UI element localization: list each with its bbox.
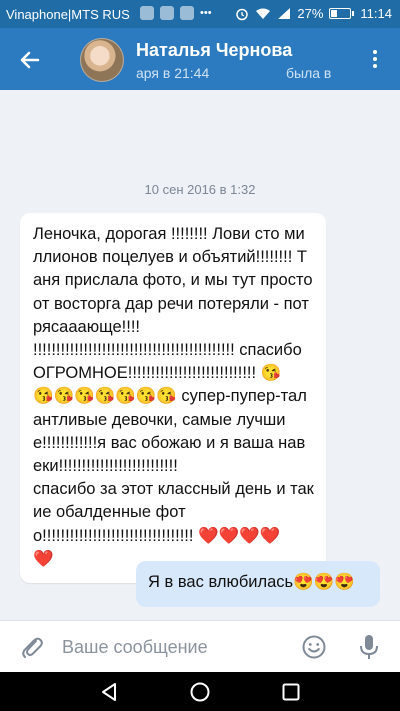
messenger-notification-icon <box>180 6 194 20</box>
wifi-icon <box>256 8 271 19</box>
last-seen-text-2: была в <box>286 65 332 81</box>
clock: 11:14 <box>360 6 392 21</box>
app-notification-icon <box>160 6 174 20</box>
back-arrow-icon <box>20 51 40 69</box>
alarm-icon <box>236 8 249 20</box>
last-seen-text: аря в 21:44 <box>136 65 210 81</box>
message-composer <box>0 620 400 672</box>
contact-name[interactable]: Наталья Чернова <box>136 40 292 61</box>
status-bar: Vinaphone|MTS RUS ••• 27% 11:14 <box>0 0 400 28</box>
more-notifications-icon: ••• <box>200 7 212 19</box>
nav-back-icon <box>102 683 116 701</box>
signal-icon <box>278 8 291 19</box>
incoming-message-text: Леночка, дорогая !!!!!!!! Лови сто милли… <box>33 225 314 568</box>
carrier-label: Vinaphone|MTS RUS <box>6 7 130 22</box>
attach-button[interactable] <box>18 633 46 661</box>
paperclip-icon <box>22 637 43 658</box>
outgoing-message-text: Я в вас влюбилась😍😍😍 <box>148 573 355 591</box>
battery-cap <box>352 11 355 16</box>
nav-recent-button[interactable] <box>280 681 302 703</box>
system-navigation-bar <box>0 672 400 711</box>
date-separator: 10 сен 2016 в 1:32 <box>144 182 256 197</box>
incoming-message-bubble[interactable]: Леночка, дорогая !!!!!!!! Лови сто милли… <box>20 213 326 584</box>
contact-last-seen: аря в 21:44 была в <box>136 65 351 83</box>
back-button[interactable] <box>14 44 46 76</box>
status-right: 27% 11:14 <box>235 6 392 21</box>
nav-back-button[interactable] <box>98 681 120 703</box>
nav-home-icon <box>190 682 210 702</box>
nav-home-button[interactable] <box>189 681 211 703</box>
contact-avatar[interactable] <box>80 38 124 82</box>
nav-recent-icon <box>282 683 300 701</box>
microphone-icon <box>360 635 378 659</box>
message-input[interactable] <box>62 631 292 663</box>
chat-header: Наталья Чернова аря в 21:44 была в <box>0 28 400 90</box>
battery-percent: 27% <box>297 6 324 21</box>
gallery-notification-icon <box>140 6 154 20</box>
emoji-icon <box>302 635 326 659</box>
voice-message-button[interactable] <box>355 632 383 662</box>
outgoing-message-bubble[interactable]: Я в вас влюбилась😍😍😍 <box>136 561 380 607</box>
more-vertical-icon[interactable] <box>360 44 390 74</box>
emoji-button[interactable] <box>301 634 327 660</box>
notification-icons: ••• <box>140 6 214 20</box>
battery-icon <box>329 8 352 19</box>
